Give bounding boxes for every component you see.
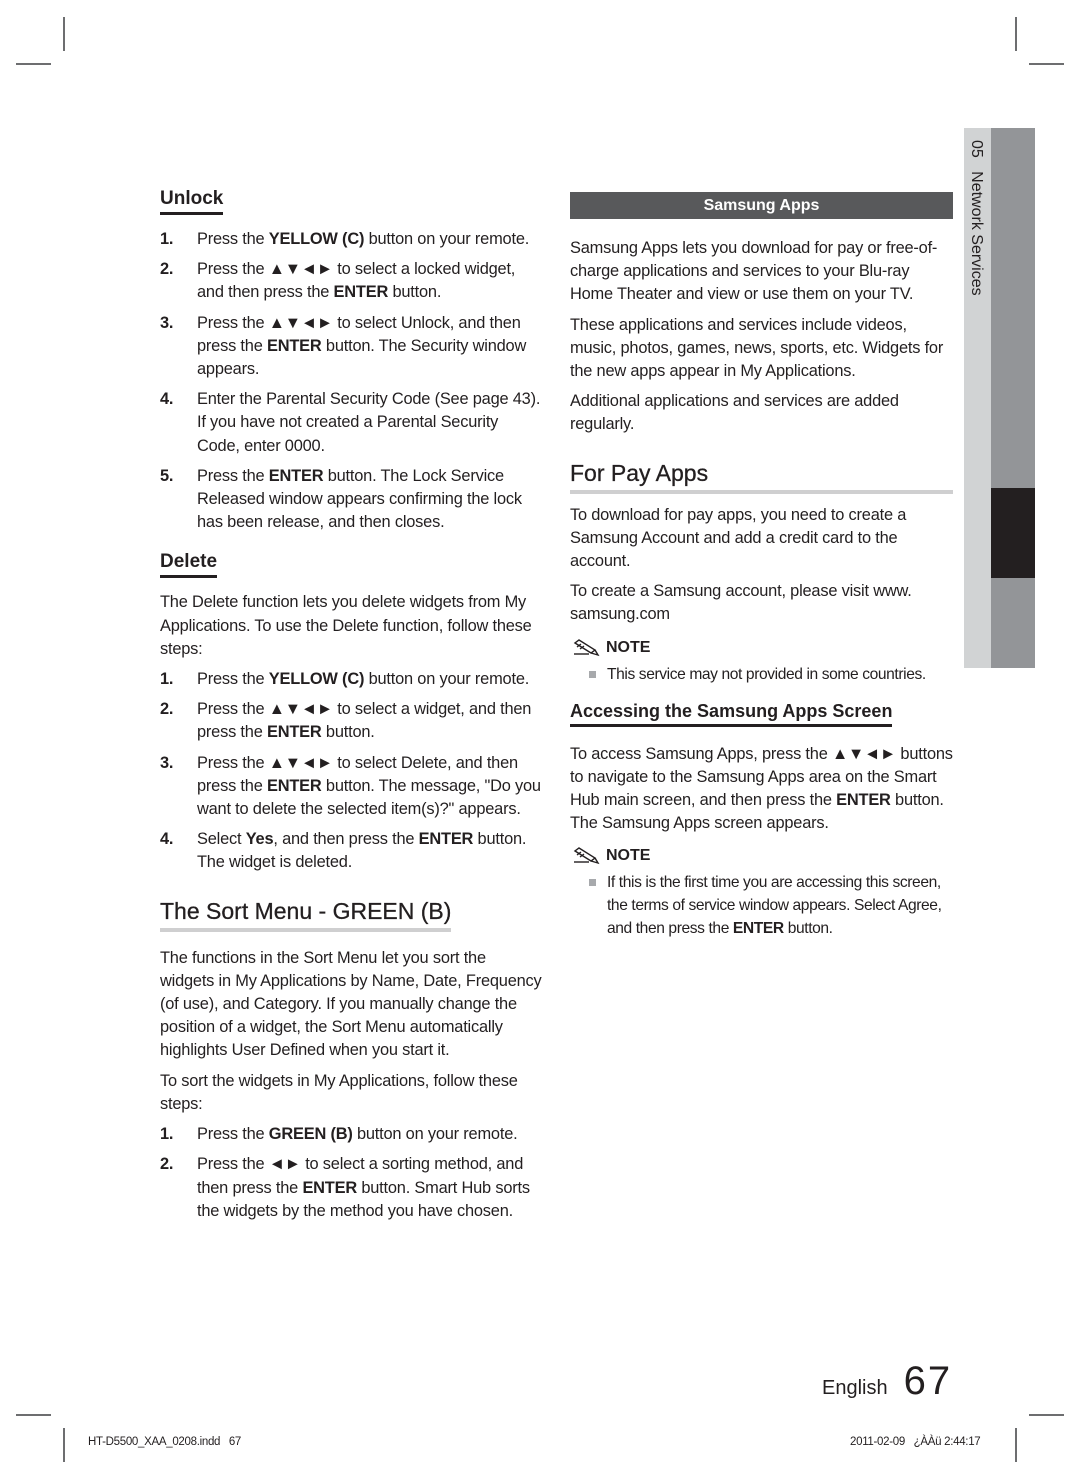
slug-timestamp: 2011-02-09 ¿ÀÀü 2:44:17 [850, 1436, 981, 1448]
chapter-title: Network Services [968, 171, 985, 296]
delete-intro: The Delete function lets you delete widg… [160, 593, 532, 658]
step-number: 1. [160, 670, 174, 689]
crop-mark [1029, 63, 1064, 65]
square-bullet-icon [589, 670, 596, 678]
for-pay-apps-paragraph: To create a Samsung account, please visi… [570, 582, 912, 624]
sort-menu-paragraph: The functions in the Sort Menu let you s… [160, 948, 542, 1060]
crop-mark [16, 63, 51, 65]
crop-mark [1015, 17, 1017, 51]
sort-menu-paragraph: To sort the widgets in My Applications, … [160, 1071, 518, 1113]
accessing-section: Accessing the Samsung Apps Screen To acc… [570, 700, 953, 941]
chapter-tab: 05 Network Services [964, 128, 1035, 668]
unlock-heading: Unlock [160, 188, 224, 215]
samsung-apps-paragraph: Samsung Apps lets you download for pay o… [570, 239, 938, 304]
right-column: Samsung Apps Samsung Apps lets you downl… [570, 192, 953, 950]
pencil-note-icon [573, 847, 600, 865]
unlock-steps: 1. Press the YELLOW (C) button on your re… [160, 228, 543, 534]
accessing-paragraph: To access Samsung Apps, press the ▲▼◄► b… [570, 744, 953, 833]
pencil-note-icon [573, 638, 600, 656]
chapter-tab-marker [991, 488, 1035, 578]
note-item: If this is the first time you are access… [570, 871, 953, 940]
bold-term: ENTER [302, 1178, 357, 1197]
chapter-tab-label: 05 Network Services [967, 140, 985, 296]
bold-term: ENTER [266, 776, 322, 795]
samsung-apps-paragraph: Additional applications and services are… [570, 392, 899, 434]
crop-mark [1015, 1428, 1017, 1462]
step-item: 1. Press the YELLOW (C) button on your re… [160, 668, 543, 691]
note-item: This service may not provided in some co… [570, 663, 953, 686]
step-number: 1. [160, 230, 174, 248]
bold-term: GREEN (B) [268, 1125, 353, 1144]
left-column: Unlock 1. Press the YELLOW (C) button on … [160, 188, 543, 1230]
square-bullet-icon [589, 879, 596, 887]
samsung-apps-paragraph: These applications and services include … [570, 315, 944, 381]
chapter-number: 05 [968, 140, 985, 158]
bold-term: YELLOW (C) [268, 670, 365, 689]
unlock-section: Unlock 1. Press the YELLOW (C) button on … [160, 188, 543, 534]
note-heading: NOTE [572, 847, 953, 865]
step-number: 3. [160, 313, 174, 332]
delete-heading: Delete [160, 551, 218, 579]
crop-mark [63, 1428, 65, 1462]
step-item: 2. Press the ◄► to select a sorting metho… [160, 1155, 530, 1220]
step-item: 5. Press the ENTER button. The Lock Servi… [160, 466, 522, 532]
for-pay-apps-paragraph: To download for pay apps, you need to cr… [570, 505, 907, 571]
note-items: If this is the first time you are access… [570, 871, 953, 940]
page-number: 67 [903, 1359, 953, 1403]
crop-mark [63, 17, 65, 51]
note-label: NOTE [606, 847, 651, 865]
bold-term: ENTER [836, 791, 891, 810]
accessing-heading: Accessing the Samsung Apps Screen [570, 700, 893, 727]
step-number: 4. [160, 390, 174, 409]
step-number: 1. [160, 1125, 174, 1144]
step-number: 2. [160, 260, 174, 279]
step-item: 3. Press the ▲▼◄► to select Delete, and t… [160, 753, 541, 819]
step-number: 5. [160, 466, 174, 485]
note-heading: NOTE [572, 639, 953, 657]
bold-term: ENTER [266, 723, 322, 742]
step-item: 3. Press the ▲▼◄► to select Unlock, and t… [160, 313, 527, 379]
slug-filename: HT-D5500_XAA_0208.indd 67 [88, 1436, 242, 1448]
crop-mark [16, 1414, 51, 1416]
step-item: 2. Press the ▲▼◄► to select a widget, and… [160, 700, 532, 742]
bold-term: ENTER [266, 336, 322, 355]
bold-term: ENTER [333, 283, 389, 302]
sort-menu-steps: 1. Press the GREEN (B) button on your rem… [160, 1123, 543, 1223]
page-footer: English 67 [822, 1359, 952, 1404]
step-item: 4. Select Yes, and then press the ENTER b… [160, 830, 527, 872]
delete-steps: 1. Press the YELLOW (C) button on your re… [160, 668, 543, 875]
sort-menu-section: The Sort Menu - GREEN (B) The functions … [160, 897, 543, 1223]
for-pay-apps-section: For Pay Apps To download for pay apps, y… [570, 459, 953, 686]
sort-menu-heading: The Sort Menu - GREEN (B) [160, 897, 452, 932]
step-number: 2. [160, 700, 174, 719]
note-label: NOTE [606, 638, 651, 656]
step-item: 4. Enter the Parental Security Code (See … [160, 390, 541, 455]
step-item: 1. Press the GREEN (B) button on your rem… [160, 1123, 543, 1146]
bold-term: ENTER [418, 830, 474, 849]
note-items: This service may not provided in some co… [570, 663, 953, 686]
bold-term: Yes [245, 830, 274, 849]
crop-mark [1029, 1414, 1064, 1416]
bold-term: YELLOW (C) [268, 230, 365, 248]
step-number: 4. [160, 830, 174, 849]
delete-section: Delete The Delete function lets you dele… [160, 551, 543, 874]
bold-term: ENTER [732, 920, 784, 938]
step-item: 1. Press the YELLOW (C) button on your re… [160, 228, 543, 251]
bold-term: ENTER [268, 466, 324, 485]
samsung-apps-band: Samsung Apps [570, 192, 953, 219]
step-number: 2. [160, 1155, 174, 1174]
footer-language: English [822, 1377, 888, 1399]
for-pay-apps-heading: For Pay Apps [570, 459, 953, 494]
chapter-tab-dark-strip [991, 128, 1035, 668]
step-number: 3. [160, 753, 174, 772]
step-item: 2. Press the ▲▼◄► to select a locked widg… [160, 260, 516, 302]
